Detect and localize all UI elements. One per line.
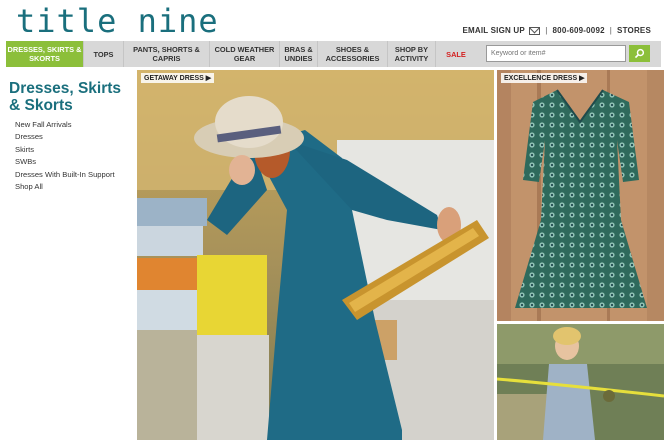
nav-shop-by-activity[interactable]: SHOP BY ACTIVITY: [388, 41, 436, 67]
nav-cold-weather-gear[interactable]: COLD WEATHER GEAR: [210, 41, 280, 67]
nav-bras-undies[interactable]: BRAS & UNDIES: [280, 41, 318, 67]
sidebar-item-built-in-support[interactable]: Dresses With Built-In Support: [15, 169, 115, 181]
hero-getaway-dress[interactable]: GETAWAY DRESS ▶: [137, 70, 494, 440]
sidebar-item-skirts[interactable]: Skirts: [15, 144, 115, 156]
sidebar-title: Dresses, Skirts & Skorts: [9, 80, 122, 114]
dress-photo: [497, 70, 664, 321]
hero-photo: [137, 70, 494, 440]
utility-links: EMAIL SIGN UP | 800-609-0092 | STORES: [462, 26, 651, 35]
promo-excellence-dress-link[interactable]: EXCELLENCE DRESS ▶: [501, 73, 588, 83]
promo-activity-image[interactable]: [497, 324, 664, 440]
logo[interactable]: title nine: [16, 2, 219, 40]
search-box: [486, 45, 652, 63]
nav-sale[interactable]: SALE: [436, 41, 476, 67]
activity-photo: [497, 324, 664, 440]
main-nav: DRESSES, SKIRTS & SKORTS TOPS PANTS, SHO…: [6, 41, 661, 67]
promo-getaway-dress[interactable]: GETAWAY DRESS ▶: [141, 73, 215, 83]
phone-number: 800-609-0092: [552, 26, 605, 35]
sidebar-item-new-fall-arrivals[interactable]: New Fall Arrivals: [15, 119, 115, 131]
sidebar-item-dresses[interactable]: Dresses: [15, 131, 115, 143]
sidebar-item-shop-all[interactable]: Shop All: [15, 181, 115, 193]
nav-pants-shorts-capris[interactable]: PANTS, SHORTS & CAPRIS: [124, 41, 210, 67]
promo-excellence-dress[interactable]: EXCELLENCE DRESS ▶: [497, 70, 664, 321]
email-signup-link[interactable]: EMAIL SIGN UP: [462, 26, 541, 35]
nav-dresses-skirts-skorts[interactable]: DRESSES, SKIRTS & SKORTS: [6, 41, 84, 67]
sidebar-list: New Fall Arrivals Dresses Skirts SWBs Dr…: [15, 119, 115, 193]
envelope-icon: [529, 26, 541, 35]
search-icon: [634, 48, 645, 59]
nav-tops[interactable]: TOPS: [84, 41, 124, 67]
sidebar-item-swbs[interactable]: SWBs: [15, 156, 115, 168]
nav-shoes-accessories[interactable]: SHOES & ACCESSORIES: [318, 41, 388, 67]
search-input[interactable]: [486, 45, 626, 62]
stores-link[interactable]: STORES: [617, 26, 651, 35]
search-button[interactable]: [629, 45, 650, 62]
